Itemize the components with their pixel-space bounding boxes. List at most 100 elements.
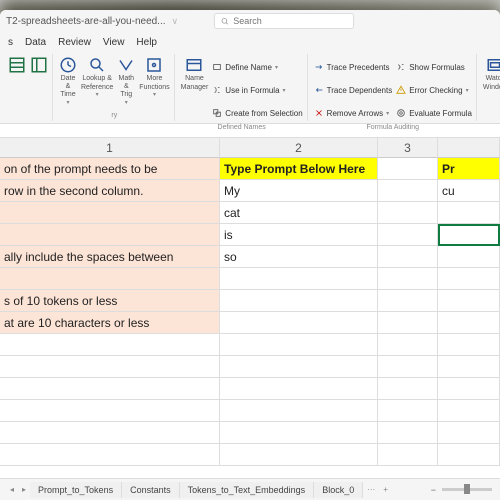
cell[interactable]: cat bbox=[220, 202, 378, 224]
sheet-tab[interactable]: Tokens_to_Text_Embeddings bbox=[180, 482, 315, 498]
cell[interactable]: at are 10 characters or less bbox=[0, 312, 220, 334]
cell[interactable]: s of 10 tokens or less bbox=[0, 290, 220, 312]
cell[interactable] bbox=[438, 246, 500, 268]
col-header[interactable]: 2 bbox=[220, 138, 378, 158]
cell[interactable] bbox=[378, 334, 438, 356]
show-formulas-button[interactable]: Show Formulas bbox=[396, 56, 472, 78]
cell[interactable] bbox=[378, 246, 438, 268]
lookup-button[interactable]: Lookup &Reference▾ bbox=[81, 56, 113, 99]
sheet-tab[interactable]: Prompt_to_Tokens bbox=[30, 482, 122, 498]
cell[interactable] bbox=[220, 334, 378, 356]
menu-item[interactable]: Help bbox=[136, 37, 157, 48]
cell[interactable]: cu bbox=[438, 180, 500, 202]
cell[interactable] bbox=[378, 180, 438, 202]
name-manager-button[interactable]: NameManager bbox=[181, 56, 209, 91]
cell[interactable] bbox=[0, 224, 220, 246]
selected-cell[interactable] bbox=[438, 224, 500, 246]
trace-dependents-button[interactable]: Trace Dependents bbox=[314, 79, 393, 101]
cell[interactable]: is bbox=[220, 224, 378, 246]
menu-item[interactable]: Data bbox=[25, 37, 46, 48]
cell[interactable]: on of the prompt needs to be bbox=[0, 158, 220, 180]
menu-item[interactable]: Review bbox=[58, 37, 91, 48]
col-header[interactable]: 1 bbox=[0, 138, 220, 158]
cell[interactable] bbox=[378, 356, 438, 378]
cell[interactable] bbox=[220, 312, 378, 334]
cell[interactable] bbox=[378, 158, 438, 180]
cell[interactable] bbox=[0, 356, 220, 378]
cell[interactable] bbox=[438, 290, 500, 312]
ribbon-button[interactable] bbox=[30, 56, 48, 74]
col-header[interactable] bbox=[438, 138, 500, 158]
cell[interactable]: My bbox=[220, 180, 378, 202]
sheet-tab[interactable]: Constants bbox=[122, 482, 180, 498]
col-header[interactable]: 3 bbox=[378, 138, 438, 158]
cell[interactable] bbox=[378, 444, 438, 466]
cell[interactable] bbox=[438, 378, 500, 400]
cell[interactable] bbox=[438, 268, 500, 290]
define-name-button[interactable]: Define Name ▾ bbox=[212, 56, 302, 78]
cell[interactable] bbox=[438, 422, 500, 444]
cell[interactable] bbox=[220, 268, 378, 290]
tab-nav-prev[interactable]: ◂ bbox=[6, 485, 18, 494]
cell[interactable] bbox=[378, 268, 438, 290]
cell[interactable] bbox=[438, 334, 500, 356]
remove-arrows-button[interactable]: Remove Arrows ▾ bbox=[314, 102, 393, 124]
tab-nav-next[interactable]: ▸ bbox=[18, 485, 30, 494]
math-trig-button[interactable]: Math &Trig▾ bbox=[117, 56, 135, 107]
add-sheet-button[interactable]: + bbox=[379, 485, 392, 494]
cell[interactable] bbox=[378, 400, 438, 422]
zoom-control[interactable]: − bbox=[431, 485, 500, 495]
cell[interactable] bbox=[220, 400, 378, 422]
zoom-out-icon[interactable]: − bbox=[431, 485, 436, 495]
column-headers: 1 2 3 bbox=[0, 138, 500, 158]
ribbon: Date &Time▾ Lookup &Reference▾ Math &Tri… bbox=[0, 52, 500, 124]
menu-item[interactable]: View bbox=[103, 37, 125, 48]
use-in-formula-button[interactable]: Use in Formula ▾ bbox=[212, 79, 302, 101]
cell[interactable] bbox=[378, 202, 438, 224]
ribbon-group-defined-names: NameManager Define Name ▾ Use in Formula… bbox=[177, 54, 308, 121]
cell[interactable] bbox=[220, 422, 378, 444]
cell[interactable] bbox=[0, 378, 220, 400]
cell[interactable] bbox=[220, 290, 378, 312]
cell[interactable] bbox=[0, 268, 220, 290]
cell[interactable]: so bbox=[220, 246, 378, 268]
create-from-selection-button[interactable]: Create from Selection bbox=[212, 102, 302, 124]
cell[interactable] bbox=[378, 312, 438, 334]
title-chevron-icon[interactable]: ∨ bbox=[172, 16, 179, 27]
cell[interactable]: row in the second column. bbox=[0, 180, 220, 202]
more-functions-button[interactable]: MoreFunctions▾ bbox=[139, 56, 169, 99]
evaluate-formula-button[interactable]: Evaluate Formula bbox=[396, 102, 472, 124]
cell[interactable] bbox=[0, 422, 220, 444]
trace-precedents-button[interactable]: Trace Precedents bbox=[314, 56, 393, 78]
menu-item[interactable]: s bbox=[8, 37, 13, 48]
ribbon-group-formula-auditing: Trace Precedents Trace Dependents Remove… bbox=[310, 54, 477, 121]
cell[interactable] bbox=[378, 224, 438, 246]
cell[interactable] bbox=[0, 334, 220, 356]
cell[interactable] bbox=[378, 422, 438, 444]
cell[interactable] bbox=[438, 356, 500, 378]
cell[interactable] bbox=[220, 444, 378, 466]
ribbon-button[interactable] bbox=[8, 56, 26, 74]
cell[interactable]: ally include the spaces between bbox=[0, 246, 220, 268]
cell[interactable] bbox=[438, 444, 500, 466]
cell[interactable] bbox=[438, 202, 500, 224]
cell[interactable] bbox=[220, 378, 378, 400]
cell[interactable]: Pr bbox=[438, 158, 500, 180]
error-checking-button[interactable]: Error Checking ▾ bbox=[396, 79, 472, 101]
zoom-slider[interactable] bbox=[442, 488, 492, 491]
search-box[interactable] bbox=[214, 13, 354, 29]
cell[interactable] bbox=[378, 378, 438, 400]
cell[interactable] bbox=[0, 444, 220, 466]
tab-overflow[interactable]: ··· bbox=[363, 485, 379, 494]
date-time-button[interactable]: Date &Time▾ bbox=[59, 56, 77, 107]
cell[interactable] bbox=[438, 400, 500, 422]
sheet-tab[interactable]: Block_0 bbox=[314, 482, 363, 498]
cell[interactable] bbox=[378, 290, 438, 312]
search-input[interactable] bbox=[233, 16, 347, 26]
cell[interactable] bbox=[0, 202, 220, 224]
watch-window-button[interactable]: WatchWindow bbox=[483, 56, 500, 91]
cell[interactable] bbox=[438, 312, 500, 334]
cell[interactable] bbox=[220, 356, 378, 378]
cell[interactable]: Type Prompt Below Here bbox=[220, 158, 378, 180]
cell[interactable] bbox=[0, 400, 220, 422]
